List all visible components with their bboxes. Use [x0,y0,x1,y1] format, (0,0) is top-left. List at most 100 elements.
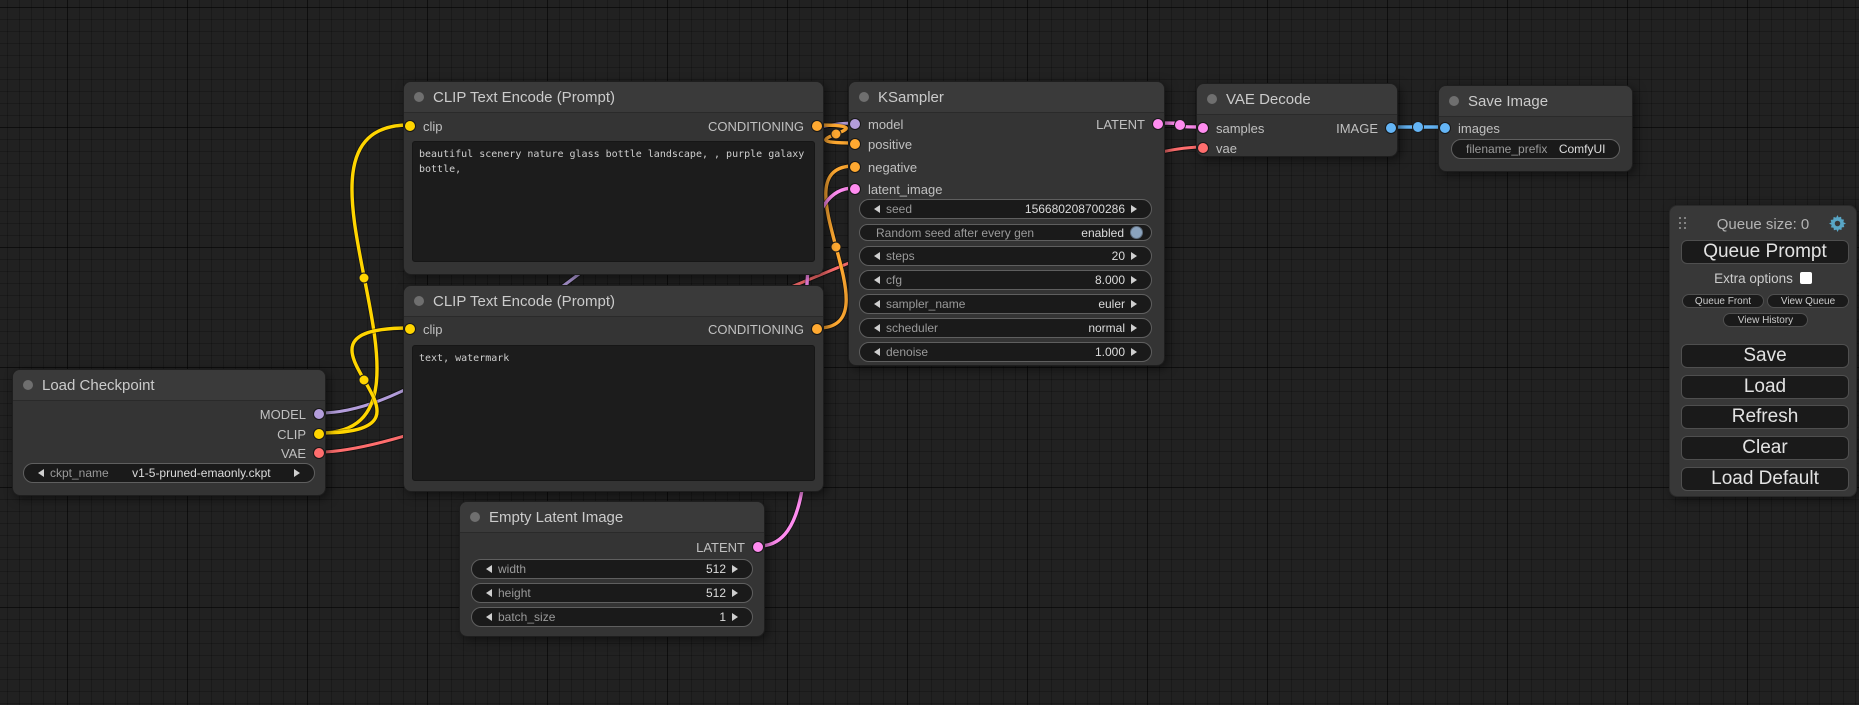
load-default-button[interactable]: Load Default [1681,467,1849,491]
load-button[interactable]: Load [1681,375,1849,399]
link-middle-dot[interactable] [831,129,841,139]
link-middle-dot[interactable] [1413,122,1424,133]
node-title-bar[interactable]: CLIP Text Encode (Prompt) [404,286,823,317]
decrement-arrow-icon[interactable] [870,205,880,213]
widget-value: ComfyUI [1553,142,1611,156]
prompt-text-input[interactable]: text, watermark [412,345,815,481]
model-input-slot[interactable] [850,119,860,129]
slot-row: vae [1197,139,1397,157]
conditioning-output-slot[interactable] [812,324,822,334]
conditioning-output-slot[interactable] [812,121,822,131]
settings-gear-icon[interactable] [1829,215,1846,232]
scheduler-widget[interactable]: scheduler normal [859,318,1152,338]
negative-input-slot[interactable] [850,162,860,172]
link-middle-dot[interactable] [359,273,369,283]
widget-label: Random seed after every gen [876,226,1034,240]
steps-widget[interactable]: steps 20 [859,246,1152,266]
node-title-bar[interactable]: Empty Latent Image [460,502,764,533]
view-history-button[interactable]: View History [1723,313,1808,327]
increment-arrow-icon[interactable] [732,565,742,573]
clip-input-slot[interactable] [405,324,415,334]
slot-label: clip [423,322,443,337]
image-output-slot[interactable] [1386,123,1396,133]
toggle-enabled-icon[interactable] [1130,226,1143,239]
filename-prefix-widget[interactable]: filename_prefix ComfyUI [1451,139,1620,159]
link-middle-dot[interactable] [1175,120,1186,131]
sampler-name-widget[interactable]: sampler_name euler [859,294,1152,314]
next-value-arrow-icon[interactable] [1131,324,1141,332]
positive-input-slot[interactable] [850,139,860,149]
output-row-vae: VAE [13,444,325,462]
decrement-arrow-icon[interactable] [482,565,492,573]
node-title-bar[interactable]: CLIP Text Encode (Prompt) [404,82,823,113]
extra-options-checkbox[interactable] [1800,272,1812,284]
ckpt-name-widget[interactable]: ckpt_name v1-5-pruned-emaonly.ckpt [23,463,315,483]
denoise-widget[interactable]: denoise 1.000 [859,342,1152,362]
decrement-arrow-icon[interactable] [482,589,492,597]
node-vae-decode: VAE Decode samples IMAGE vae [1196,83,1398,157]
cfg-widget[interactable]: cfg 8.000 [859,270,1152,290]
collapse-dot-icon[interactable] [859,92,869,102]
slot-label: CLIP [277,427,306,442]
slot-label: VAE [281,446,306,461]
prompt-text-input[interactable]: beautiful scenery nature glass bottle la… [412,141,815,262]
increment-arrow-icon[interactable] [732,589,742,597]
increment-arrow-icon[interactable] [1131,252,1141,260]
next-value-arrow-icon[interactable] [294,469,304,477]
prev-value-arrow-icon[interactable] [870,300,880,308]
slot-label: model [868,117,903,132]
collapse-dot-icon[interactable] [414,296,424,306]
decrement-arrow-icon[interactable] [870,276,880,284]
collapse-dot-icon[interactable] [470,512,480,522]
node-title-bar[interactable]: KSampler [849,82,1164,113]
latent-output-slot[interactable] [1153,119,1163,129]
width-widget[interactable]: width 512 [471,559,753,579]
output-row-model: MODEL [13,405,325,423]
collapse-dot-icon[interactable] [1207,94,1217,104]
node-title-bar[interactable]: Load Checkpoint [13,370,325,401]
prev-value-arrow-icon[interactable] [34,469,44,477]
increment-arrow-icon[interactable] [1131,348,1141,356]
batch-size-widget[interactable]: batch_size 1 [471,607,753,627]
view-queue-button[interactable]: View Queue [1767,294,1849,308]
increment-arrow-icon[interactable] [1131,276,1141,284]
refresh-button[interactable]: Refresh [1681,405,1849,429]
samples-input-slot[interactable] [1198,123,1208,133]
random-seed-toggle-widget[interactable]: Random seed after every gen enabled [859,224,1152,241]
model-output-slot[interactable] [314,409,324,419]
increment-arrow-icon[interactable] [1131,205,1141,213]
link-middle-dot[interactable] [359,375,369,385]
clip-output-slot[interactable] [314,429,324,439]
collapse-dot-icon[interactable] [414,92,424,102]
decrement-arrow-icon[interactable] [870,348,880,356]
prev-value-arrow-icon[interactable] [870,324,880,332]
images-input-slot[interactable] [1440,123,1450,133]
clip-input-slot[interactable] [405,121,415,131]
node-title-bar[interactable]: VAE Decode [1197,84,1397,115]
slot-row: clip CONDITIONING [404,320,823,338]
node-clip-text-encode-positive: CLIP Text Encode (Prompt) clip CONDITION… [403,81,824,275]
next-value-arrow-icon[interactable] [1131,300,1141,308]
latent-output-slot[interactable] [753,542,763,552]
vae-input-slot[interactable] [1198,143,1208,153]
widget-label: filename_prefix [1466,142,1547,156]
clear-button[interactable]: Clear [1681,436,1849,460]
latent-image-input-slot[interactable] [850,184,860,194]
height-widget[interactable]: height 512 [471,583,753,603]
node-graph-canvas[interactable]: Load Checkpoint MODEL CLIP VAE ckpt_name… [0,0,1859,705]
collapse-dot-icon[interactable] [23,380,33,390]
queue-prompt-button[interactable]: Queue Prompt [1681,240,1849,264]
queue-front-button[interactable]: Queue Front [1682,294,1764,308]
seed-widget[interactable]: seed 156680208700286 [859,199,1152,219]
slot-label: latent_image [868,182,942,197]
decrement-arrow-icon[interactable] [482,613,492,621]
decrement-arrow-icon[interactable] [870,252,880,260]
node-title-bar[interactable]: Save Image [1439,86,1632,117]
save-button[interactable]: Save [1681,344,1849,368]
vae-output-slot[interactable] [314,448,324,458]
widget-value: 20 [1112,249,1125,263]
increment-arrow-icon[interactable] [732,613,742,621]
link-middle-dot[interactable] [831,242,841,252]
collapse-dot-icon[interactable] [1449,96,1459,106]
widget-value: v1-5-pruned-emaonly.ckpt [115,466,288,480]
